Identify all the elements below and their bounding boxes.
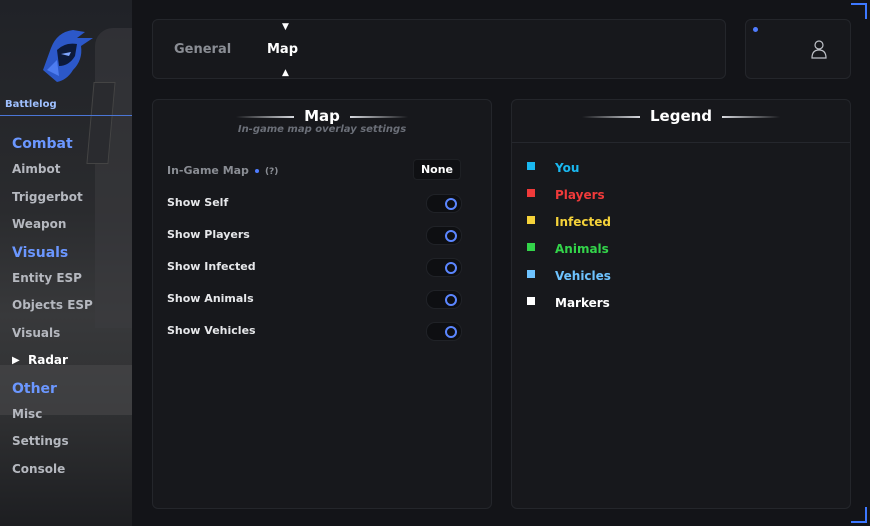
show-infected-toggle[interactable] <box>426 258 462 277</box>
user-panel <box>745 19 851 79</box>
title-line-right <box>349 115 408 118</box>
color-swatch <box>527 189 535 197</box>
sidebar-nav: Combat Aimbot Triggerbot Weapon Visuals … <box>12 136 93 483</box>
legend-label: Players <box>555 188 605 202</box>
tab-general[interactable]: General <box>174 42 231 57</box>
ingame-map-label: In-Game Map <box>167 164 249 177</box>
show-self-row: Show Self <box>167 193 477 213</box>
ingame-map-setting: In-Game Map (?) None <box>167 159 477 181</box>
sidebar-item-triggerbot[interactable]: Triggerbot <box>12 184 93 212</box>
show-self-label: Show Self <box>167 196 229 209</box>
toggle-knob <box>445 198 457 210</box>
show-self-toggle[interactable] <box>426 194 462 213</box>
legend-label: Vehicles <box>555 269 611 283</box>
color-swatch <box>527 162 535 170</box>
show-infected-row: Show Infected <box>167 257 477 277</box>
hooded-figure-logo-icon <box>43 30 93 82</box>
legend-panel: Legend You Players Infected Animals Vehi… <box>511 99 851 509</box>
sidebar-item-label: Radar <box>28 353 68 367</box>
show-vehicles-label: Show Vehicles <box>167 324 256 337</box>
map-settings-panel: Map In-game map overlay settings In-Game… <box>152 99 492 509</box>
panel-title: Map <box>153 107 491 125</box>
show-vehicles-row: Show Vehicles <box>167 321 477 341</box>
show-infected-label: Show Infected <box>167 260 256 273</box>
brand-divider <box>0 115 132 116</box>
sidebar-background-art <box>95 28 132 328</box>
color-swatch <box>527 243 535 251</box>
sidebar-item-radar[interactable]: ▶ Radar <box>12 347 93 375</box>
panel-title: Legend <box>512 107 850 125</box>
sidebar-item-visuals[interactable]: Visuals <box>12 320 93 348</box>
color-swatch <box>527 297 535 305</box>
color-swatch <box>527 216 535 224</box>
user-icon[interactable] <box>811 39 827 59</box>
sidebar: Battlelog Combat Aimbot Triggerbot Weapo… <box>0 0 132 526</box>
brand-name: Battlelog <box>5 99 57 110</box>
nav-section-visuals: Visuals <box>12 244 69 261</box>
sidebar-item-console[interactable]: Console <box>12 456 93 484</box>
panel-divider <box>512 142 850 143</box>
show-vehicles-toggle[interactable] <box>426 322 462 341</box>
nav-section-combat: Combat <box>12 136 73 152</box>
toggle-knob <box>445 230 457 242</box>
show-animals-toggle[interactable] <box>426 290 462 309</box>
title-line-left <box>581 115 640 118</box>
sidebar-item-misc[interactable]: Misc <box>12 401 93 429</box>
tab-map-label: Map <box>267 42 299 57</box>
tab-bar: General ▼ Map ▲ <box>152 19 726 79</box>
triangle-up-icon: ▲ <box>282 68 289 78</box>
legend-panel-title: Legend <box>649 107 713 125</box>
toggle-knob <box>445 262 457 274</box>
show-players-label: Show Players <box>167 228 250 241</box>
show-players-toggle[interactable] <box>426 226 462 245</box>
toggle-knob <box>445 294 457 306</box>
sidebar-item-objects-esp[interactable]: Objects ESP <box>12 292 93 320</box>
legend-label: Infected <box>555 215 611 229</box>
sidebar-item-settings[interactable]: Settings <box>12 428 93 456</box>
toggle-knob <box>445 326 457 338</box>
sidebar-item-weapon[interactable]: Weapon <box>12 211 93 239</box>
tab-map[interactable]: ▼ Map ▲ <box>267 22 299 78</box>
help-icon[interactable]: (?) <box>265 167 278 177</box>
play-arrow-icon: ▶ <box>12 355 20 366</box>
legend-label: Markers <box>555 296 610 310</box>
show-animals-label: Show Animals <box>167 292 254 305</box>
panel-subtitle: In-game map overlay settings <box>237 124 407 135</box>
nav-section-other: Other <box>12 380 57 397</box>
show-players-row: Show Players <box>167 225 477 245</box>
legend-label: Animals <box>555 242 609 256</box>
info-dot-icon <box>254 168 259 173</box>
map-panel-title: Map <box>304 107 340 125</box>
title-line-right <box>722 115 781 118</box>
frame-corner-top-right <box>851 3 867 19</box>
color-swatch <box>527 270 535 278</box>
sidebar-item-entity-esp[interactable]: Entity ESP <box>12 265 93 293</box>
sidebar-item-aimbot[interactable]: Aimbot <box>12 156 93 184</box>
ingame-map-select[interactable]: None <box>412 159 461 180</box>
title-line-left <box>236 115 295 118</box>
show-animals-row: Show Animals <box>167 289 477 309</box>
status-dot <box>753 27 758 32</box>
triangle-down-icon: ▼ <box>282 22 289 32</box>
legend-label: You <box>555 161 580 175</box>
frame-corner-bottom-right <box>851 507 867 523</box>
